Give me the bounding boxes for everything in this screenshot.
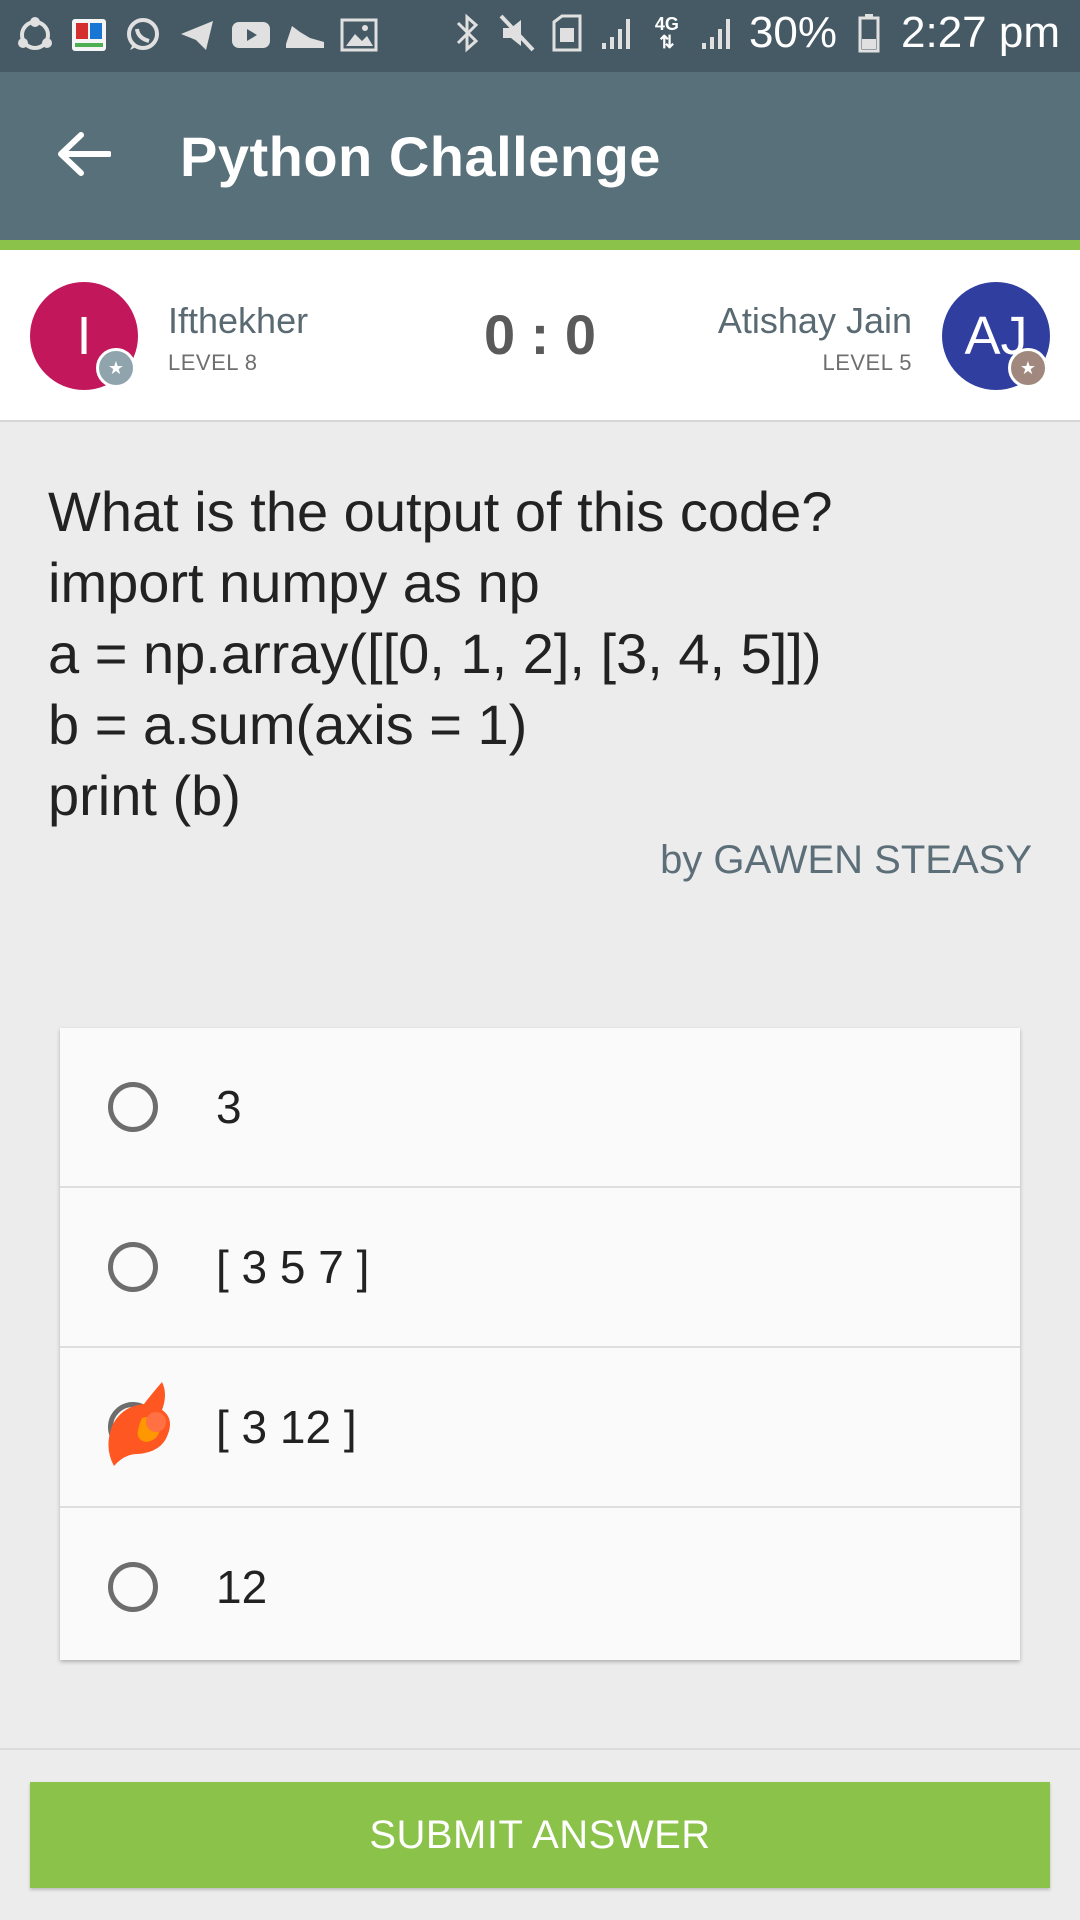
shareit-icon <box>14 14 56 56</box>
network-type-icon: 4G ⇅ <box>649 13 685 53</box>
flame-icon <box>108 1382 170 1466</box>
signal-icon <box>599 13 635 53</box>
sim-icon <box>549 13 585 53</box>
gallery-icon <box>338 14 380 56</box>
book-app-icon <box>68 14 110 56</box>
status-bar: 4G ⇅ 30% 2:27 pm <box>0 0 1080 72</box>
player-level-right: LEVEL 5 <box>822 350 912 375</box>
radio-button[interactable] <box>108 1082 158 1132</box>
option-label: 12 <box>216 1561 268 1613</box>
answer-options: 3 [ 3 5 7 ] [ 3 12 ] 12 <box>60 1028 1020 1660</box>
option-item[interactable]: 3 <box>60 1028 1020 1188</box>
option-item[interactable]: [ 3 5 7 ] <box>60 1188 1020 1348</box>
youtube-icon <box>230 14 272 56</box>
sneaker-icon <box>284 14 326 56</box>
question-author: by GAWEN STEASY <box>660 838 1032 882</box>
progress-bar <box>0 240 1080 250</box>
whatsapp-icon <box>122 14 164 56</box>
submit-answer-button[interactable]: SUBMIT ANSWER <box>30 1782 1050 1888</box>
signal-icon <box>699 13 735 53</box>
notification-icons <box>14 14 380 56</box>
option-label: [ 3 5 7 ] <box>216 1241 370 1293</box>
player-level-left: LEVEL 8 <box>168 350 258 375</box>
telegram-icon <box>176 14 218 56</box>
battery-icon <box>851 13 887 53</box>
avatar-initials: I <box>76 306 92 366</box>
app-bar: Python Challenge <box>0 72 1080 240</box>
system-status: 4G ⇅ 30% 2:27 pm <box>449 8 1060 58</box>
radio-button[interactable] <box>108 1242 158 1292</box>
data-arrows-icon: ⇅ <box>659 32 675 52</box>
progress-fill <box>0 240 1080 250</box>
clock: 2:27 pm <box>901 8 1060 57</box>
page-title: Python Challenge <box>180 125 661 188</box>
option-label: [ 3 12 ] <box>216 1401 357 1453</box>
question-text: What is the output of this code? import … <box>48 480 833 827</box>
mute-icon <box>499 13 535 53</box>
player-name-left: Ifthekher <box>168 300 309 341</box>
battery-percent: 30% <box>748 8 838 57</box>
divider <box>0 1748 1080 1750</box>
players-header: I ★ Ifthekher LEVEL 8 0 : 0 Atishay Jain… <box>0 250 1080 422</box>
option-item[interactable]: [ 3 12 ] <box>60 1348 1020 1508</box>
player-name-right: Atishay Jain <box>717 300 912 341</box>
score: 0 : 0 <box>483 303 597 366</box>
radio-button[interactable] <box>108 1562 158 1612</box>
bluetooth-icon <box>449 13 485 53</box>
option-label: 3 <box>216 1081 242 1133</box>
back-button[interactable] <box>52 122 116 186</box>
arrow-left-icon <box>58 132 111 176</box>
network-type-label: 4G <box>654 14 679 34</box>
option-item[interactable]: 12 <box>60 1508 1020 1666</box>
star-badge-icon: ★ <box>1008 348 1048 388</box>
star-badge-icon: ★ <box>96 348 136 388</box>
